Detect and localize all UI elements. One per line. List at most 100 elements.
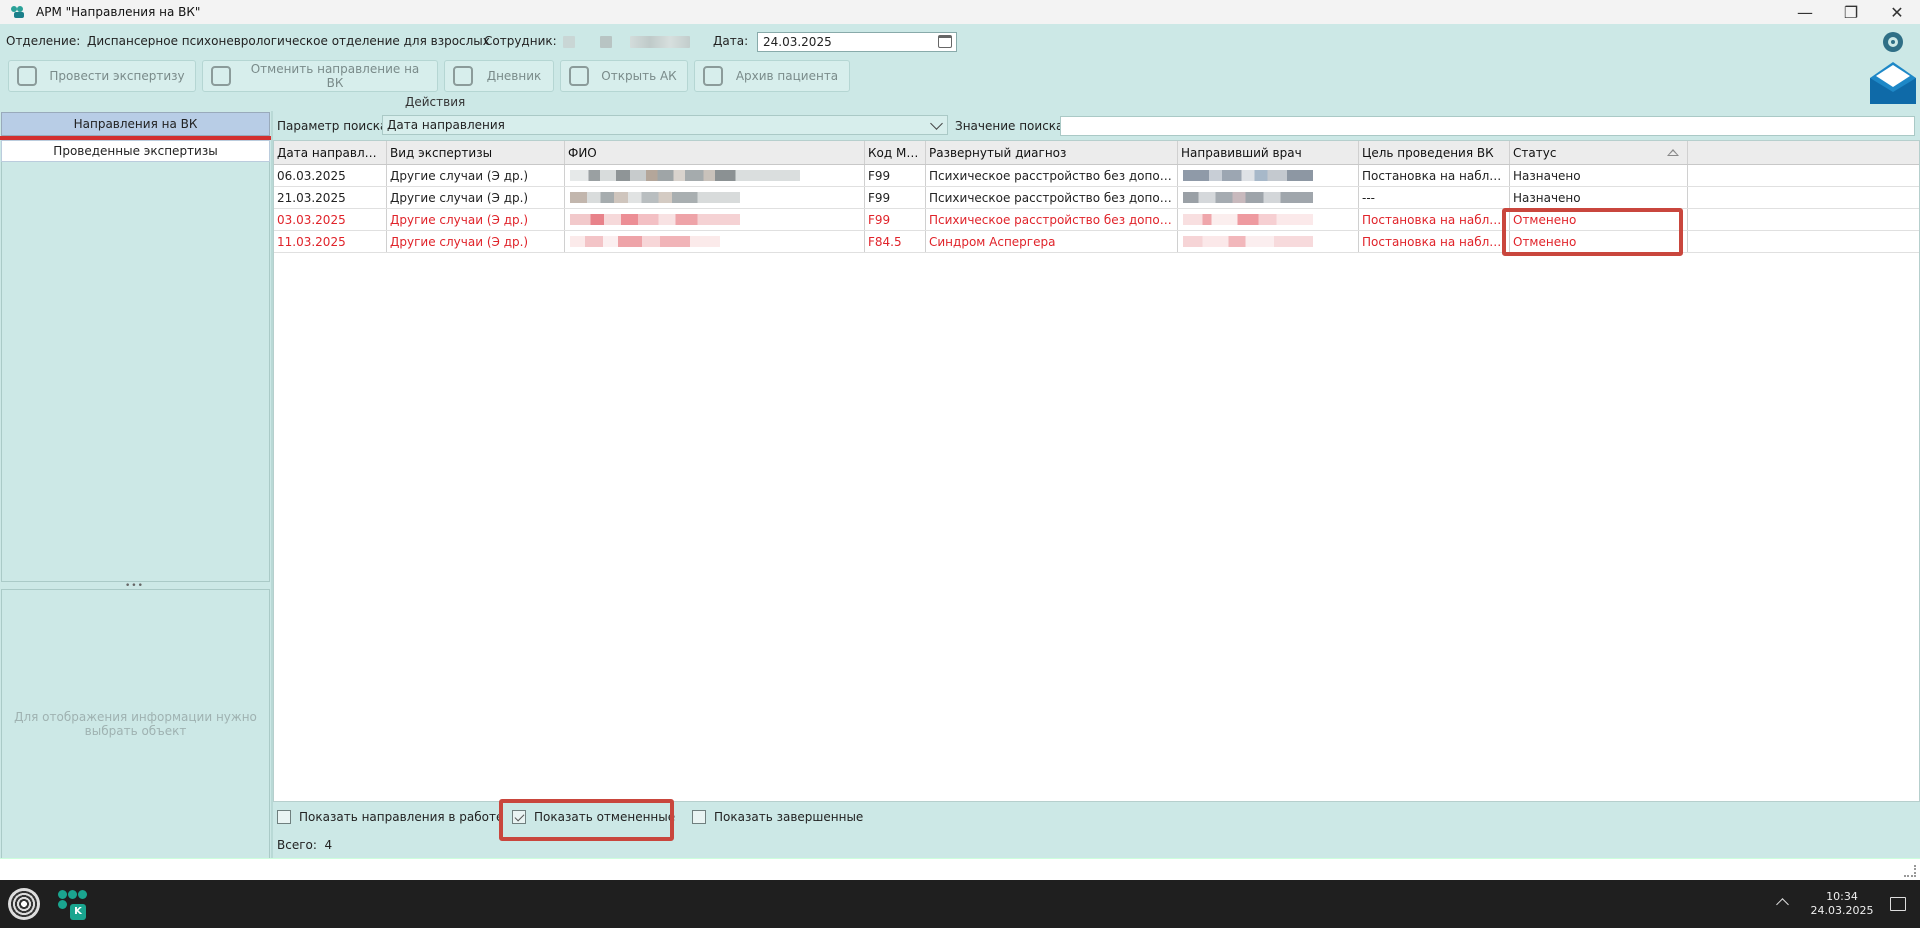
actions-group-label: Действия xyxy=(405,95,466,109)
open-card-button[interactable]: Открыть АК xyxy=(560,60,688,92)
column-header-name[interactable]: ФИО xyxy=(565,141,865,164)
search-param-select[interactable]: Дата направления xyxy=(382,115,948,135)
date-value: 24.03.2025 xyxy=(763,35,832,49)
column-header-doctor[interactable]: Направивший врач xyxy=(1178,141,1359,164)
actions-toolbar: Провести экспертизу Отменить направление… xyxy=(8,60,856,92)
sort-ascending-icon[interactable] xyxy=(1667,149,1679,156)
cell-date: 06.03.2025 xyxy=(274,165,387,186)
date-field[interactable]: 24.03.2025 xyxy=(757,32,957,52)
cell-type: Другие случаи (Э др.) xyxy=(387,165,565,186)
employee-label: Сотрудник: xyxy=(484,34,557,48)
diary-icon xyxy=(453,66,473,86)
tab-completed-expertises[interactable]: Проведенные экспертизы xyxy=(1,140,270,162)
column-header-date[interactable]: Дата направления xyxy=(274,141,387,164)
calendar-icon[interactable] xyxy=(938,35,952,48)
left-list-area xyxy=(1,162,270,582)
patient-archive-button[interactable]: Архив пациента xyxy=(694,60,850,92)
mail-icon[interactable] xyxy=(1868,60,1918,106)
details-placeholder-text: Для отображения информации нужно выбрать… xyxy=(14,710,257,738)
cell-type: Другие случаи (Э др.) xyxy=(387,231,565,252)
checkbox-completed[interactable] xyxy=(692,810,706,824)
title-bar: АРМ "Направления на ВК" — ❐ ✕ xyxy=(0,0,1920,24)
window-title: АРМ "Направления на ВК" xyxy=(36,5,201,19)
cell-goal: Постановка на наблюдение xyxy=(1359,209,1510,230)
cell-status: Назначено xyxy=(1510,187,1688,208)
conduct-expertise-button[interactable]: Провести экспертизу xyxy=(8,60,196,92)
taskbar-clock[interactable]: 10:34 24.03.2025 xyxy=(1810,890,1874,918)
open-card-icon xyxy=(569,66,589,86)
cell-diagnosis: Психическое расстройство без дополнитель… xyxy=(926,209,1178,230)
notification-icon[interactable] xyxy=(1890,897,1906,911)
cell-doctor-redacted xyxy=(1178,165,1359,186)
checkbox-in-work[interactable] xyxy=(277,810,291,824)
cell-goal: Постановка на наблюдение xyxy=(1359,231,1510,252)
cell-goal: Постановка на наблюдение xyxy=(1359,165,1510,186)
cell-name-redacted xyxy=(565,231,865,252)
cell-type: Другие случаи (Э др.) xyxy=(387,187,565,208)
show-in-work-label: Показать направления в работе xyxy=(299,810,504,824)
total-count: Всего: 4 xyxy=(277,838,332,852)
total-value: 4 xyxy=(324,838,333,852)
maximize-icon[interactable]: ❐ xyxy=(1828,0,1874,24)
cell-date: 21.03.2025 xyxy=(274,187,387,208)
search-row: Параметр поиска Дата направления Значени… xyxy=(273,115,1920,137)
table-row[interactable]: 21.03.2025 Другие случаи (Э др.) F99 Пси… xyxy=(274,187,1919,209)
cell-name-redacted xyxy=(565,209,865,230)
cell-doctor-redacted xyxy=(1178,231,1359,252)
archive-icon xyxy=(703,66,723,86)
department-value: Диспансерное психоневрологическое отделе… xyxy=(87,34,490,48)
cell-date: 11.03.2025 xyxy=(274,231,387,252)
info-row: Отделение: Диспансерное психоневрологиче… xyxy=(0,26,1920,58)
show-completed-label: Показать завершенные xyxy=(714,810,864,824)
show-cancelled-highlight xyxy=(499,799,674,841)
search-param-label: Параметр поиска xyxy=(277,119,388,133)
search-value-input[interactable] xyxy=(1060,116,1915,136)
cell-doctor-redacted xyxy=(1178,187,1359,208)
column-header-status[interactable]: Статус xyxy=(1510,141,1688,164)
cell-mkb: F99 xyxy=(865,187,926,208)
clock-date: 24.03.2025 xyxy=(1810,904,1874,917)
cancelled-status-highlight xyxy=(1502,208,1683,256)
column-header-mkb[interactable]: Код МКБ xyxy=(865,141,926,164)
table-header: Дата направления Вид экспертизы ФИО Код … xyxy=(274,141,1919,165)
cancel-referral-button[interactable]: Отменить направление на ВК xyxy=(202,60,438,92)
search-param-value: Дата направления xyxy=(387,118,505,132)
show-in-work-checkbox[interactable]: Показать направления в работе xyxy=(277,810,503,824)
expert-icon xyxy=(17,66,37,86)
chevron-up-icon[interactable] xyxy=(1776,898,1789,911)
chevron-down-icon[interactable] xyxy=(930,117,943,130)
cell-goal: --- xyxy=(1359,187,1510,208)
department-label: Отделение: xyxy=(6,34,81,48)
cell-mkb: F84.5 xyxy=(865,231,926,252)
show-completed-checkbox[interactable]: Показать завершенные xyxy=(692,810,863,824)
tab-referrals[interactable]: Направления на ВК xyxy=(1,112,270,136)
cell-diagnosis: Синдром Аспергера xyxy=(926,231,1178,252)
minimize-icon[interactable]: — xyxy=(1782,0,1828,24)
cell-mkb: F99 xyxy=(865,209,926,230)
cancel-referral-icon xyxy=(211,66,231,86)
cell-status: Назначено xyxy=(1510,165,1688,186)
app-icon xyxy=(10,4,26,20)
total-label: Всего: xyxy=(277,838,317,852)
date-label: Дата: xyxy=(713,34,749,48)
start-icon[interactable] xyxy=(8,888,40,920)
cell-diagnosis: Психическое расстройство без дополнитель… xyxy=(926,165,1178,186)
left-panel: Направления на ВК Проведенные экспертизы… xyxy=(0,111,271,859)
details-placeholder: Для отображения информации нужно выбрать… xyxy=(1,589,270,859)
diary-button[interactable]: Дневник xyxy=(444,60,554,92)
cell-diagnosis: Психическое расстройство без дополнитель… xyxy=(926,187,1178,208)
status-strip xyxy=(0,858,1920,880)
column-header-diagnosis[interactable]: Развернутый диагноз xyxy=(926,141,1178,164)
cell-doctor-redacted xyxy=(1178,209,1359,230)
resize-grip-icon[interactable] xyxy=(1904,865,1916,877)
cell-date: 03.03.2025 xyxy=(274,209,387,230)
column-header-type[interactable]: Вид экспертизы xyxy=(387,141,565,164)
clock-time: 10:34 xyxy=(1826,890,1858,903)
table-row[interactable]: 06.03.2025 Другие случаи (Э др.) F99 Пси… xyxy=(274,165,1919,187)
close-icon[interactable]: ✕ xyxy=(1874,0,1920,24)
cell-mkb: F99 xyxy=(865,165,926,186)
taskbar-app-icon[interactable]: K xyxy=(56,888,88,920)
cell-type: Другие случаи (Э др.) xyxy=(387,209,565,230)
gear-icon[interactable] xyxy=(1883,32,1903,52)
column-header-goal[interactable]: Цель проведения ВК xyxy=(1359,141,1510,164)
